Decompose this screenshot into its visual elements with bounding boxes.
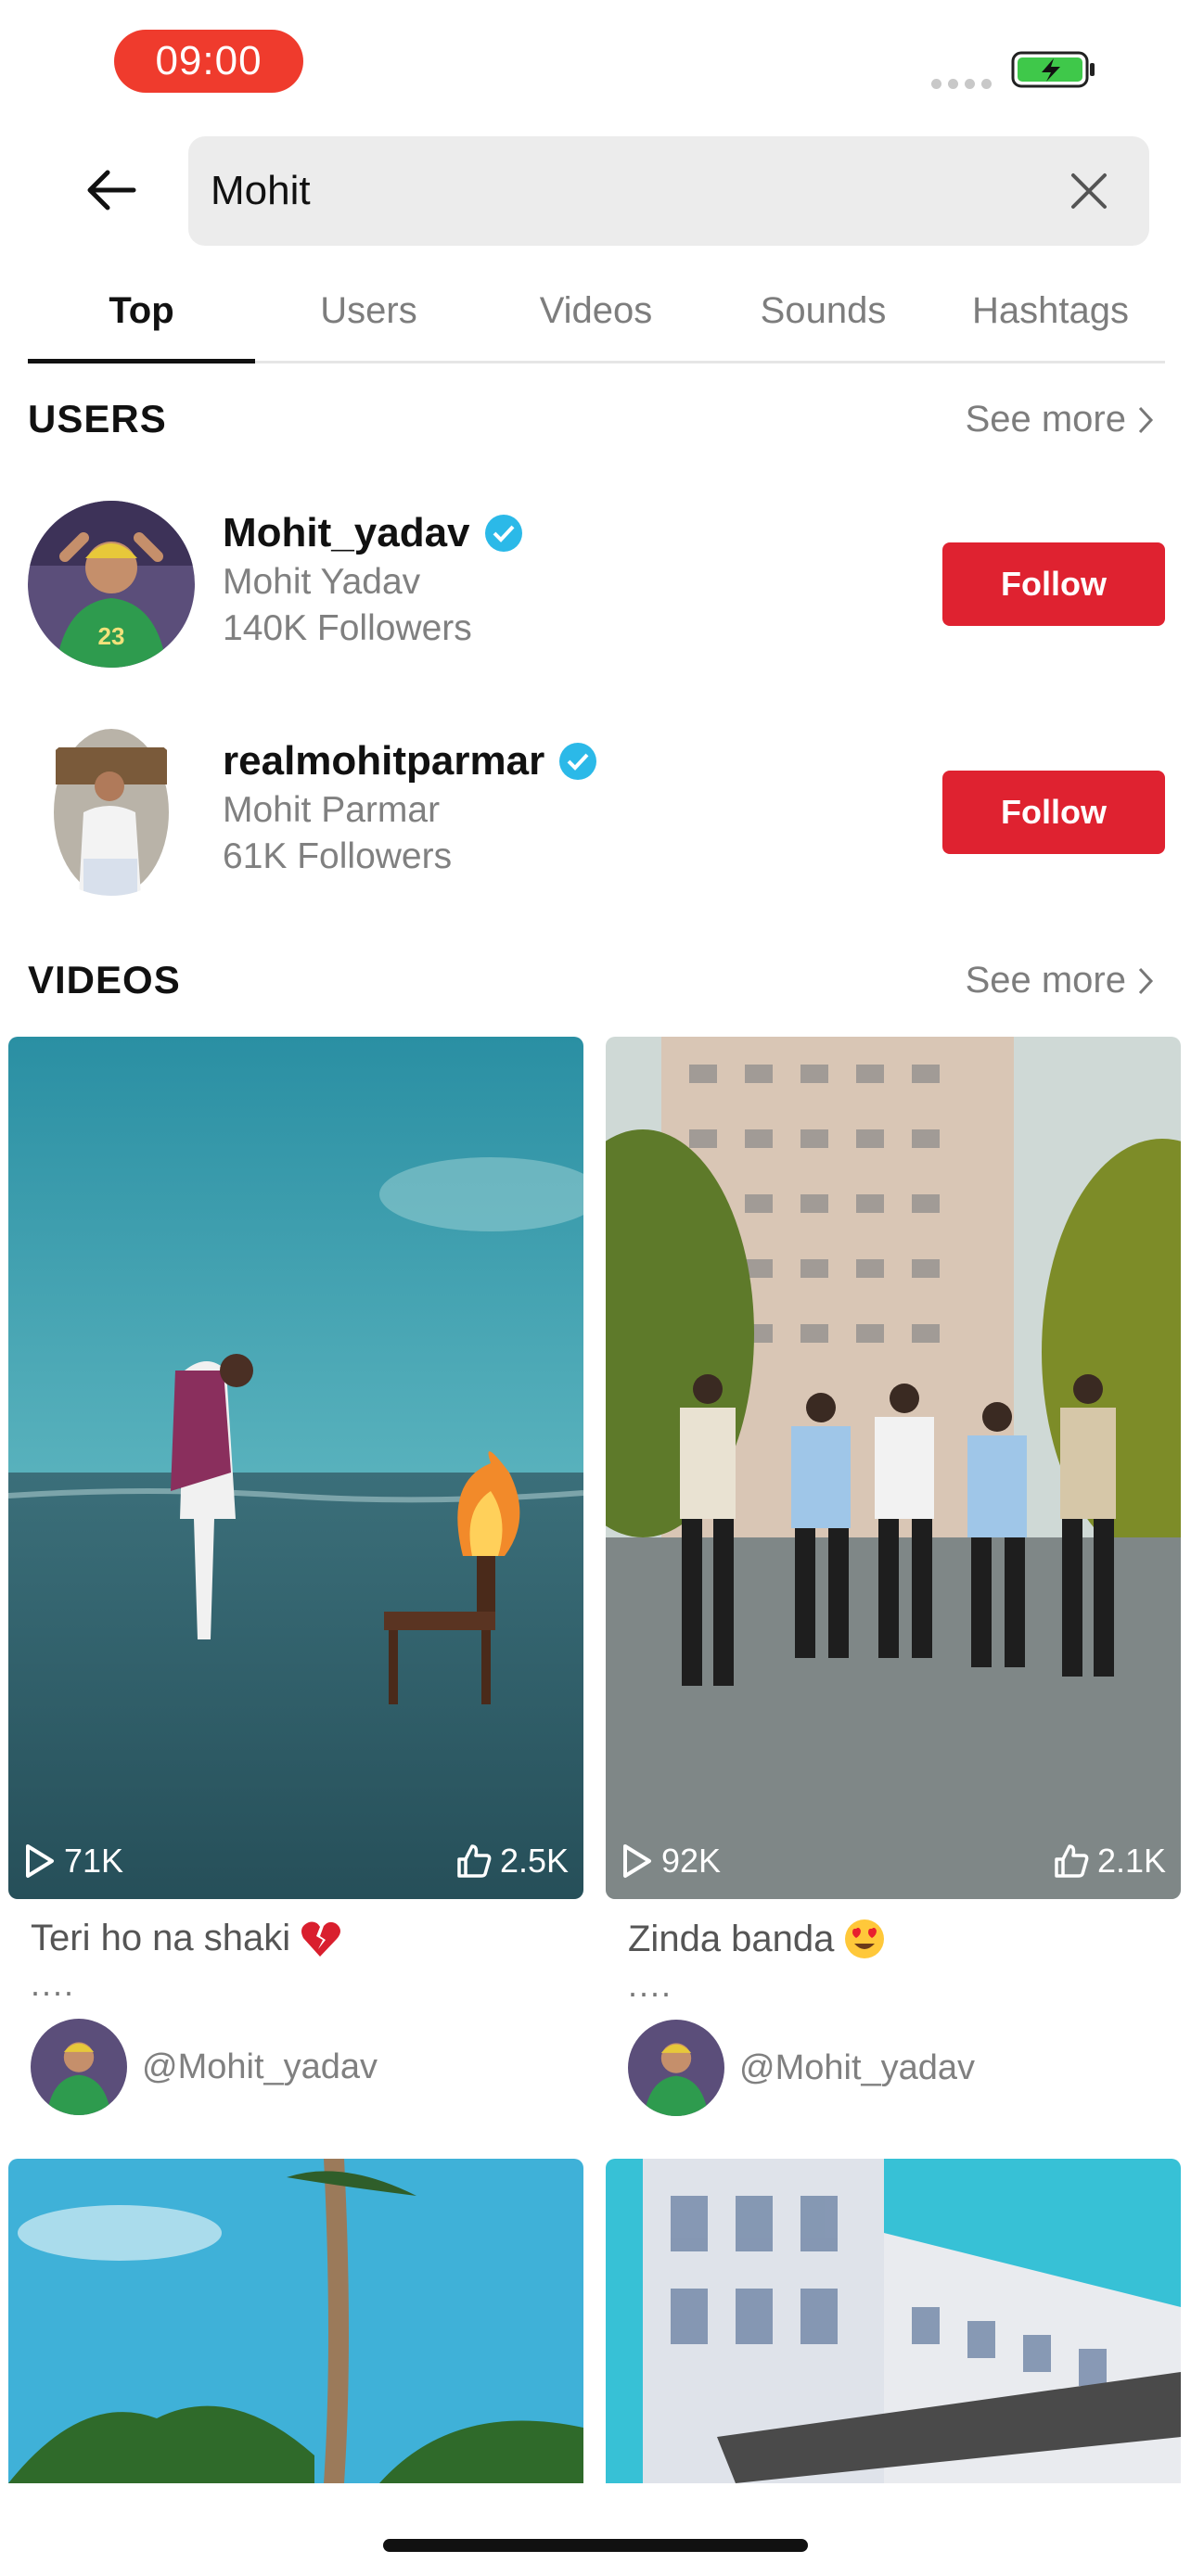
user-result-row[interactable]: realmohitparmar Mohit Parmar 61K Followe… (28, 729, 1165, 905)
arrow-left-icon (87, 170, 136, 210)
user-handle: Mohit_yadav (223, 510, 470, 555)
clear-search-icon[interactable] (1066, 168, 1112, 214)
user-follower-count: 140K Followers (223, 608, 472, 648)
user-display-name: Mohit Yadav (223, 562, 421, 602)
verified-badge-icon (484, 515, 522, 552)
video-thumbnail[interactable] (606, 2159, 1181, 2483)
tab-hashtags[interactable]: Hashtags (937, 269, 1164, 361)
battery-icon (1011, 51, 1095, 88)
follow-button[interactable]: Follow (942, 771, 1165, 854)
avatar[interactable] (628, 2020, 724, 2116)
broken-heart-icon (301, 1921, 341, 1957)
video-thumbnail[interactable]: 92K 2.1K (606, 1037, 1181, 1899)
avatar[interactable] (31, 2019, 127, 2115)
user-result-row[interactable]: 23 Mohit_yadav Mohit Yadav 140K Follower… (28, 501, 1165, 677)
users-see-more-link[interactable]: See more (966, 399, 1154, 440)
view-count: 92K (621, 1842, 721, 1881)
avatar[interactable] (28, 729, 195, 896)
video-caption: Teri ho na shaki (31, 1918, 583, 1959)
thumbs-up-icon (457, 1844, 492, 1878)
follow-button[interactable]: Follow (942, 542, 1165, 626)
tab-top[interactable]: Top (28, 269, 255, 363)
video-thumbnail[interactable]: 71K 2.5K (8, 1037, 583, 1899)
see-more-label: See more (965, 960, 1126, 1001)
status-time: 09:00 (114, 30, 303, 93)
like-count: 2.1K (1053, 1842, 1166, 1881)
tab-users[interactable]: Users (255, 269, 482, 361)
video-author[interactable]: @Mohit_yadav (31, 2019, 583, 2115)
video-thumbnail[interactable] (8, 2159, 583, 2483)
video-caption-text: Zinda banda (628, 1918, 835, 1959)
video-card[interactable]: 71K 2.5K Teri ho na shaki .... @Mohit_ya… (8, 1037, 583, 2115)
view-count: 71K (23, 1842, 123, 1881)
like-count: 2.5K (455, 1842, 569, 1881)
users-section-title: USERS (28, 397, 167, 440)
like-count-label: 2.5K (499, 1842, 569, 1880)
user-handle: realmohitparmar (223, 738, 545, 784)
play-icon (623, 1844, 651, 1878)
like-count-label: 2.1K (1096, 1842, 1166, 1880)
signal-icon (931, 79, 992, 89)
status-bar: 09:00 (0, 0, 1191, 121)
search-input[interactable] (211, 136, 1045, 246)
svg-text:23: 23 (98, 622, 125, 650)
video-author[interactable]: @Mohit_yadav (628, 2020, 1181, 2116)
thumbs-up-icon (1055, 1844, 1089, 1878)
see-more-label: See more (965, 399, 1126, 440)
video-caption-text: Teri ho na shaki (31, 1918, 291, 1958)
video-caption: Zinda banda (628, 1918, 1181, 1960)
caption-more[interactable]: .... (628, 1966, 1181, 2005)
video-card[interactable]: 92K 2.1K Zinda banda .... @Mohit_yadav (606, 1037, 1181, 2116)
view-count-label: 71K (64, 1842, 124, 1880)
tab-videos[interactable]: Videos (482, 269, 710, 361)
user-follower-count: 61K Followers (223, 836, 453, 876)
heart-eyes-emoji-icon (845, 1919, 885, 1958)
verified-badge-icon (559, 743, 597, 780)
tab-sounds[interactable]: Sounds (710, 269, 937, 361)
search-bar (188, 136, 1149, 246)
home-indicator[interactable] (383, 2539, 808, 2552)
back-button[interactable] (74, 158, 148, 223)
videos-see-more-link[interactable]: See more (966, 960, 1154, 1001)
videos-section-title: VIDEOS (28, 958, 181, 1001)
chevron-right-icon (1138, 406, 1154, 433)
search-tabs: Top Users Videos Sounds Hashtags (28, 269, 1165, 363)
avatar[interactable]: 23 (28, 501, 195, 668)
user-display-name: Mohit Parmar (223, 790, 441, 830)
author-handle: @Mohit_yadav (739, 2047, 976, 2087)
play-icon (26, 1844, 54, 1878)
chevron-right-icon (1138, 967, 1154, 994)
author-handle: @Mohit_yadav (142, 2047, 378, 2086)
view-count-label: 92K (661, 1842, 722, 1880)
caption-more[interactable]: .... (31, 1965, 583, 2004)
